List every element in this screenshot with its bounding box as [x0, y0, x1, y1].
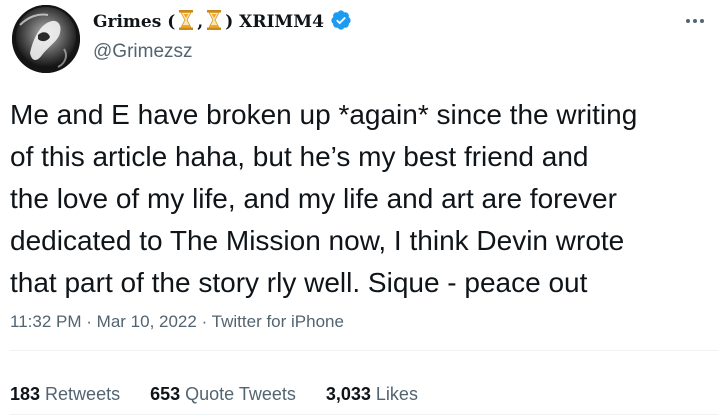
meta-separator: ·	[201, 312, 208, 331]
tweet-meta: 11:32 PM · Mar 10, 2022 · Twitter for iP…	[10, 310, 344, 334]
divider	[10, 350, 718, 351]
retweets-count: 183	[10, 384, 41, 404]
tweet-stats: 183 Retweets 653 Quote Tweets 3,033 Likes	[10, 382, 418, 406]
likes-link[interactable]: 3,033 Likes	[326, 382, 418, 406]
likes-count: 3,033	[325, 384, 371, 404]
meta-separator: ·	[86, 312, 92, 331]
retweets-label: Retweets	[45, 384, 121, 404]
quote-tweets-label: Quote Tweets	[185, 384, 296, 404]
hourglass-icon	[207, 9, 222, 35]
avatar[interactable]	[12, 5, 80, 73]
quote-tweets-count: 653	[150, 384, 181, 404]
more-dot	[700, 19, 704, 23]
display-name-prefix: Grimes (	[93, 12, 176, 32]
retweets-link[interactable]: 183 Retweets	[10, 382, 120, 406]
avatar-image	[12, 5, 80, 73]
display-name-separator: ,	[197, 12, 204, 32]
tweet-time[interactable]: 11:32 PM	[10, 312, 82, 331]
quote-tweets-link[interactable]: 653 Quote Tweets	[150, 382, 296, 406]
more-icon[interactable]	[680, 10, 710, 32]
tweet-card: Grimes ( , ) XRIMM4 @Grimezsz Me and E h…	[0, 0, 728, 416]
verified-badge-icon	[330, 9, 352, 36]
more-dot	[693, 19, 697, 23]
more-dot	[686, 19, 690, 23]
likes-label: Likes	[375, 384, 418, 404]
display-name-suffix: ) XRIMM4	[225, 12, 324, 32]
tweet-date[interactable]: Mar 10, 2022	[97, 312, 197, 331]
hourglass-icon	[179, 9, 194, 35]
tweet-source[interactable]: Twitter for iPhone	[212, 312, 344, 331]
display-name[interactable]: Grimes ( , ) XRIMM4	[93, 9, 352, 36]
tweet-text: Me and E have broken up *again* since th…	[10, 99, 638, 298]
divider	[10, 414, 718, 415]
user-handle[interactable]: @Grimezsz	[93, 41, 193, 63]
